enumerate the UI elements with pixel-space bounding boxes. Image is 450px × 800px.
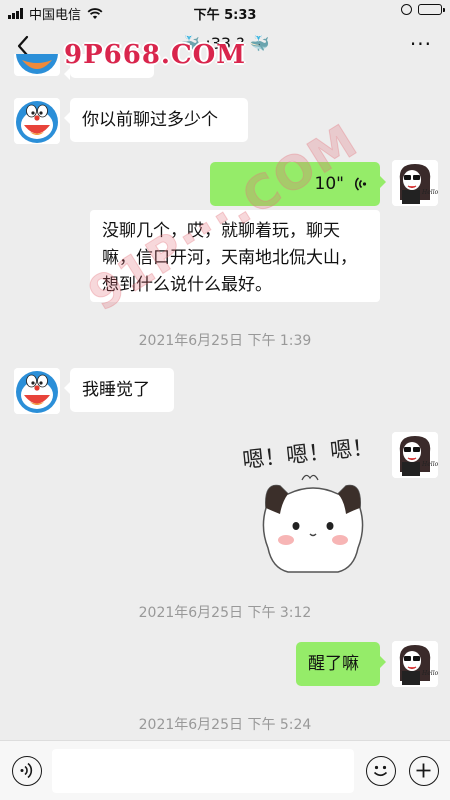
my-avatar[interactable]: Hello <box>392 641 438 687</box>
plus-icon[interactable] <box>409 756 439 786</box>
battery-icon <box>418 4 445 15</box>
sticker-message[interactable]: 嗯！嗯！嗯！ <box>240 430 380 580</box>
rotation-lock-icon <box>401 4 412 15</box>
message-input[interactable] <box>52 749 354 793</box>
composer-bar <box>0 740 450 800</box>
status-bar: 中国电信 下午 5:33 <box>0 0 450 24</box>
girl-sketch-avatar-icon: Hello <box>392 641 438 687</box>
girl-sketch-avatar-icon: Hello <box>392 160 438 206</box>
cat-sticker-icon <box>262 474 364 573</box>
watermark-text: 9P668.COM <box>64 40 247 70</box>
more-icon[interactable]: ··· <box>410 34 432 54</box>
contact-avatar[interactable] <box>14 54 60 76</box>
my-avatar[interactable]: Hello <box>392 160 438 206</box>
message-bubble[interactable]: 醒了嘛 <box>296 642 386 686</box>
timestamp: 2021年6月25日 下午 1:39 <box>138 333 312 349</box>
timestamp: 2021年6月25日 下午 5:24 <box>138 717 312 733</box>
doraemon-avatar-icon <box>14 98 60 144</box>
svg-text:Hello: Hello <box>421 189 438 196</box>
voice-wave-icon <box>354 177 367 191</box>
contact-avatar[interactable] <box>14 368 60 414</box>
doraemon-avatar-icon <box>14 368 60 414</box>
message-bubble[interactable]: 你以前聊过多少个 <box>64 98 248 142</box>
contact-avatar[interactable] <box>14 98 60 144</box>
voice-icon[interactable] <box>12 756 42 786</box>
message-bubble[interactable]: 我睡觉了 <box>64 368 174 412</box>
girl-sketch-avatar-icon: Hello <box>392 432 438 478</box>
emoji-icon[interactable] <box>366 756 396 786</box>
svg-text:Hello: Hello <box>421 670 438 677</box>
status-time: 下午 5:33 <box>193 8 257 23</box>
my-avatar[interactable]: Hello <box>392 432 438 478</box>
svg-text:Hello: Hello <box>421 461 438 468</box>
timestamp: 2021年6月25日 下午 3:12 <box>138 605 312 621</box>
status-right <box>401 4 445 15</box>
